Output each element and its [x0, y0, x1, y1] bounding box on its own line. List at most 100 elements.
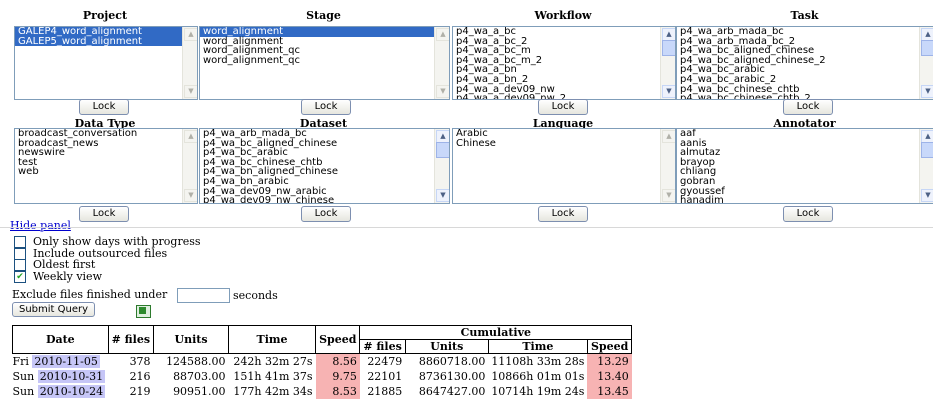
scroll-down-icon[interactable]: ▼ [436, 189, 449, 202]
col-cum-files[interactable]: # files [359, 339, 406, 354]
date-cell: Sun 2010-10-24 [13, 384, 109, 399]
speed-cell: 8.56 [315, 353, 360, 369]
units-cell: 124588.00 [166, 355, 226, 368]
col-date[interactable]: Date [12, 325, 109, 354]
time-cell: 151h 41m 37s [233, 370, 313, 383]
panel-label-task: Task [790, 9, 819, 22]
units-cell: 90951.00 [173, 385, 226, 398]
task-listbox[interactable]: p4_wa_arb_mada_bc p4_wa_arb_mada_bc_2 p4_w… [676, 26, 933, 100]
speed-cell: 9.75 [315, 369, 360, 384]
scroll-down-icon[interactable]: ▼ [436, 85, 449, 98]
list-option[interactable]: Chinese [453, 138, 675, 149]
scrollbar[interactable]: ▲ ▼ [660, 27, 675, 99]
cum-units-cell: 8647427.00 [418, 385, 486, 398]
scroll-down-icon[interactable]: ▼ [184, 85, 197, 98]
list-option[interactable]: test [15, 157, 197, 168]
task-lock-button[interactable]: Lock [783, 99, 833, 115]
dataset-lock-button[interactable]: Lock [301, 206, 351, 222]
seconds-label: seconds [233, 289, 278, 302]
option-checkbox[interactable]: ✔ [14, 270, 26, 283]
panel-label-project: Project [82, 9, 128, 22]
scrollbar[interactable]: ▲ ▼ [919, 129, 933, 203]
cum-files-cell: 21885 [367, 385, 403, 398]
scroll-up-icon[interactable]: ▲ [436, 28, 449, 41]
project-listbox[interactable]: GALEP4_word_alignment GALEP5_word_alignme… [14, 26, 198, 100]
language-lock-button[interactable]: Lock [538, 206, 588, 222]
list-option[interactable]: newswire [15, 148, 197, 158]
date-value[interactable]: 2010-10-24 [37, 385, 106, 398]
weekday: Fri [12, 355, 29, 368]
list-option[interactable]: web [15, 167, 197, 177]
files-cell: 216 [129, 370, 151, 383]
option-checkbox[interactable] [14, 247, 26, 260]
list-option[interactable]: word_alignment_qc [200, 55, 449, 66]
units-cell: 88703.00 [173, 370, 226, 383]
scroll-down-icon[interactable]: ▼ [662, 189, 675, 202]
scroll-down-icon[interactable]: ▼ [662, 85, 675, 98]
exclude-label: Exclude files finished under [12, 288, 168, 301]
stage-listbox[interactable]: word_alignment word_alignment word_alignme… [199, 26, 450, 100]
scroll-thumb[interactable] [662, 40, 675, 56]
exclude-seconds-input[interactable] [177, 288, 230, 303]
progress-table: Date # files Units Time Speed Cumulative… [12, 325, 633, 399]
time-cell: 242h 32m 27s [233, 355, 313, 368]
submit-query-button[interactable]: Submit Query [12, 302, 96, 317]
project-lock-button[interactable]: Lock [79, 99, 129, 115]
workflow-listbox[interactable]: p4_wa_a_bc p4_wa_a_bc_2 p4_wa_a_bc_m p4_wa_… [452, 26, 676, 100]
list-option[interactable]: aaf [677, 129, 933, 139]
option-checkbox[interactable] [14, 236, 26, 248]
weekday: Sun [12, 370, 35, 383]
annotator-listbox[interactable]: aaf aanis almutaz brayop chliang gobran gyouss… [676, 128, 933, 204]
scrollbar[interactable]: ▲ ▼ [434, 27, 449, 99]
list-option[interactable]: hanadim [677, 196, 933, 203]
workflow-lock-button[interactable]: Lock [538, 99, 588, 115]
scroll-down-icon[interactable]: ▼ [184, 189, 197, 202]
language-listbox[interactable]: Arabic Chinese ▲ ▼ [452, 128, 676, 204]
annotator-lock-button[interactable]: Lock [783, 206, 833, 222]
list-option[interactable]: GALEP5_word_alignment [15, 36, 197, 47]
spreadsheet-export-icon[interactable] [136, 305, 151, 318]
dataset-listbox[interactable]: p4_wa_arb_mada_bc p4_wa_bc_aligned_chines… [199, 128, 450, 204]
scrollbar[interactable]: ▲ ▼ [182, 129, 197, 203]
scrollbar[interactable]: ▲ ▼ [434, 129, 449, 203]
cum-units-cell: 8860718.00 [418, 355, 486, 368]
scrollbar[interactable]: ▲ ▼ [182, 27, 197, 99]
scroll-thumb[interactable] [921, 40, 933, 56]
cum-speed-cell: 13.40 [587, 369, 632, 384]
col-cum-time[interactable]: Time [487, 339, 588, 354]
scrollbar[interactable]: ▲ ▼ [660, 129, 675, 203]
data-type-listbox[interactable]: broadcast_conversation broadcast_news news… [14, 128, 198, 204]
col-files[interactable]: # files [107, 325, 155, 354]
files-cell: 219 [129, 385, 151, 398]
scroll-down-icon[interactable]: ▼ [921, 189, 933, 202]
list-option[interactable]: almutaz [677, 148, 933, 158]
scroll-up-icon[interactable]: ▲ [184, 28, 197, 41]
date-cell: Fri 2010-11-05 [13, 354, 109, 370]
cum-time-cell: 11108h 33m 28s [491, 355, 585, 368]
weekday: Sun [12, 385, 35, 398]
date-value[interactable]: 2010-10-31 [37, 370, 106, 383]
files-cell: 378 [129, 355, 151, 368]
date-cell: Sun 2010-10-31 [13, 369, 109, 384]
cum-speed-cell: 13.45 [587, 384, 632, 399]
scrollbar[interactable]: ▲ ▼ [919, 27, 933, 99]
col-time[interactable]: Time [228, 325, 317, 354]
data-type-lock-button[interactable]: Lock [79, 206, 129, 222]
stage-lock-button[interactable]: Lock [301, 99, 351, 115]
list-option[interactable]: chliang [677, 167, 933, 177]
col-cum-speed[interactable]: Speed [586, 339, 633, 354]
scroll-down-icon[interactable]: ▼ [921, 85, 933, 98]
scroll-thumb[interactable] [921, 142, 933, 158]
panel-label-workflow: Workflow [534, 9, 592, 22]
scroll-up-icon[interactable]: ▲ [184, 130, 197, 143]
scroll-up-icon[interactable]: ▲ [662, 130, 675, 143]
date-value[interactable]: 2010-11-05 [32, 355, 100, 368]
hide-panel-link[interactable]: Hide panel [10, 219, 71, 232]
col-cum-units[interactable]: Units [404, 339, 489, 354]
col-speed[interactable]: Speed [315, 325, 361, 354]
scroll-thumb[interactable] [436, 142, 449, 158]
cum-time-cell: 10714h 19m 24s [491, 385, 585, 398]
list-option[interactable]: p4_wa_dev09_nw_chinese [200, 196, 449, 203]
option-checkbox[interactable] [14, 259, 26, 271]
col-units[interactable]: Units [153, 325, 230, 354]
